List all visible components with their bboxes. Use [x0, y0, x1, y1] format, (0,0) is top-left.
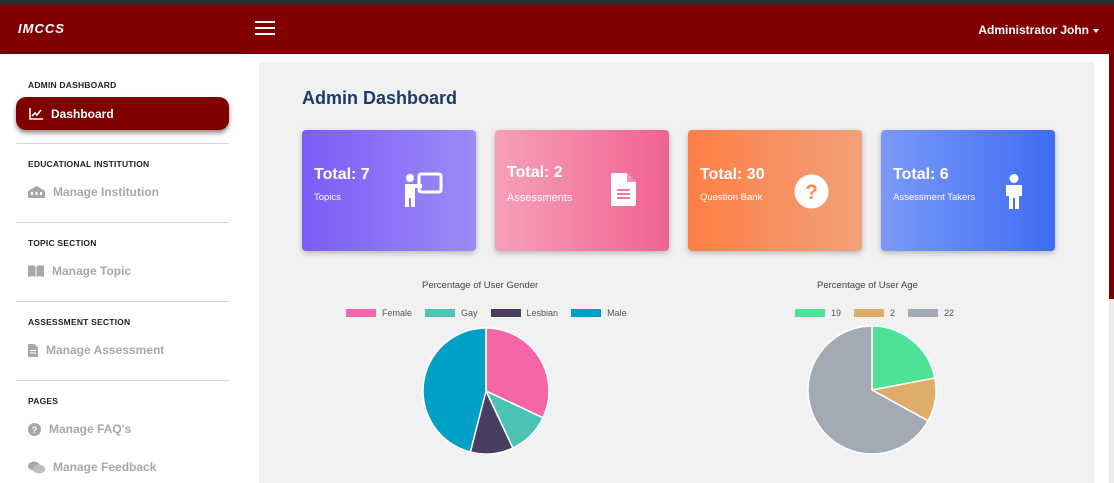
pie-chart-gender [422, 327, 550, 455]
chart-title-gender: Percentage of User Gender [422, 280, 539, 291]
caret-down-icon [1093, 28, 1099, 33]
sidebar-section-topic: TOPIC SECTION [28, 238, 97, 248]
legend-swatch [795, 309, 825, 317]
main-panel [245, 54, 1114, 483]
teacher-board-icon [405, 172, 443, 207]
sidebar-item-manage-institution[interactable]: Manage Institution [28, 185, 159, 199]
user-menu-dropdown[interactable]: Administrator John [978, 23, 1099, 37]
chart-legend-gender: Female Gay Lesbian Male [346, 308, 640, 318]
card-topics[interactable]: Total: 7 Topics [302, 130, 476, 251]
legend-label: Male [607, 308, 627, 318]
dashboard-content [259, 62, 1094, 483]
sidebar-item-label: Manage Topic [52, 264, 132, 278]
legend-item[interactable]: 2 [854, 308, 895, 318]
sidebar-section-assessment: ASSESSMENT SECTION [28, 317, 131, 327]
legend-label: 22 [944, 308, 955, 318]
legend-item[interactable]: 22 [908, 308, 954, 318]
chart-title-age: Percentage of User Age [817, 280, 918, 291]
sidebar-divider [16, 301, 229, 302]
legend-swatch [908, 309, 939, 317]
person-icon [1006, 174, 1022, 209]
legend-item[interactable]: Female [346, 308, 412, 318]
legend-item[interactable]: 19 [795, 308, 841, 318]
sidebar-item-manage-faq[interactable]: ? Manage FAQ's [28, 422, 131, 436]
card-label: Assessment Takers [893, 192, 976, 203]
legend-item[interactable]: Male [571, 308, 627, 318]
legend-swatch [425, 309, 456, 317]
legend-label: 2 [890, 308, 896, 318]
book-icon [28, 265, 44, 277]
legend-swatch [346, 309, 376, 317]
question-circle-icon: ? [28, 422, 41, 436]
question-circle-icon: ? [794, 174, 829, 209]
line-chart-icon [29, 107, 43, 120]
legend-swatch [490, 309, 521, 317]
sidebar-divider [16, 380, 229, 381]
legend-label: Female [382, 308, 413, 318]
sidebar-item-manage-topic[interactable]: Manage Topic [28, 264, 131, 278]
legend-item[interactable]: Gay [425, 308, 478, 318]
card-label: Topics [314, 192, 341, 203]
comments-icon [28, 461, 45, 473]
page-title: Admin Dashboard [302, 88, 458, 108]
sidebar-item-manage-assessment[interactable]: Manage Assessment [28, 343, 164, 357]
file-icon [28, 343, 38, 357]
app-logo[interactable]: IMCCS [18, 21, 65, 36]
sidebar-section-pages: PAGES [28, 396, 59, 406]
card-question-bank[interactable]: Total: 30 Question Bank ? [688, 130, 862, 251]
legend-label: Gay [461, 308, 478, 318]
sidebar-item-label: Manage Assessment [46, 343, 165, 357]
card-label: Question Bank [700, 192, 763, 203]
sidebar-item-label: Manage FAQ's [49, 422, 132, 436]
legend-swatch [571, 309, 602, 317]
svg-text:?: ? [32, 425, 38, 435]
card-assessment-takers[interactable]: Total: 6 Assessment Takers [881, 130, 1055, 251]
pie-chart-age [807, 325, 937, 455]
sidebar-item-label: Manage Institution [53, 185, 159, 199]
sidebar: ADMIN DASHBOARD Dashboard EDUCATIONAL IN… [0, 54, 245, 483]
sidebar-divider [16, 143, 229, 144]
legend-item[interactable]: Lesbian [490, 308, 559, 318]
card-total: Total: 7 [314, 166, 370, 183]
scrollbar-thumb[interactable] [1109, 54, 1114, 299]
sidebar-item-label: Dashboard [51, 106, 114, 121]
sidebar-section-educational-institution: EDUCATIONAL INSTITUTION [28, 159, 150, 169]
document-icon [611, 173, 636, 206]
user-name: Administrator John [978, 23, 1089, 37]
sidebar-item-dashboard[interactable]: Dashboard [16, 97, 229, 130]
svg-text:?: ? [805, 181, 818, 204]
legend-label: 19 [831, 308, 842, 318]
sidebar-item-manage-feedback[interactable]: Manage Feedback [28, 460, 156, 474]
card-label: Assessments [507, 192, 573, 204]
building-icon [28, 186, 45, 198]
card-total: Total: 6 [893, 166, 949, 183]
legend-swatch [854, 309, 885, 317]
sidebar-item-label: Manage Feedback [53, 460, 157, 474]
hamburger-menu-icon[interactable] [255, 18, 277, 38]
legend-label: Lesbian [526, 308, 559, 318]
page-scrollbar[interactable] [1109, 54, 1114, 483]
card-total: Total: 2 [507, 164, 563, 181]
sidebar-section-admin-dashboard: ADMIN DASHBOARD [28, 80, 117, 90]
sidebar-divider [16, 222, 229, 223]
card-assessments[interactable]: Total: 2 Assessments [495, 130, 669, 251]
top-navbar: IMCCS Administrator John [0, 5, 1114, 54]
chart-legend-age: 19 2 22 [795, 308, 967, 318]
card-total: Total: 30 [700, 166, 765, 183]
